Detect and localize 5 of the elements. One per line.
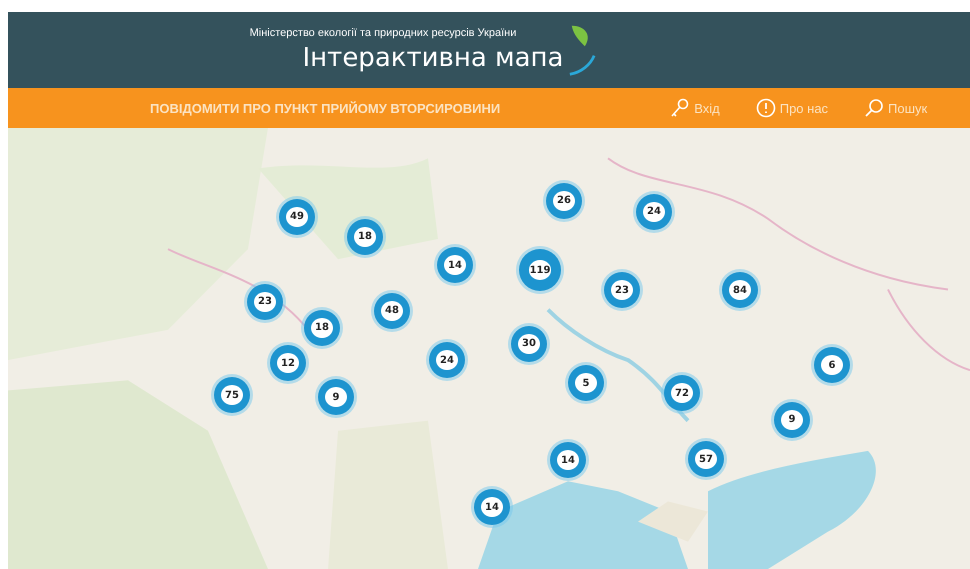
- ministry-name: Міністерство екології та природних ресурсів України: [250, 27, 516, 39]
- key-icon: [670, 98, 690, 118]
- site-title: Інтерактивна мапа: [302, 43, 564, 73]
- search-icon: [864, 98, 884, 118]
- info-icon: [756, 98, 776, 118]
